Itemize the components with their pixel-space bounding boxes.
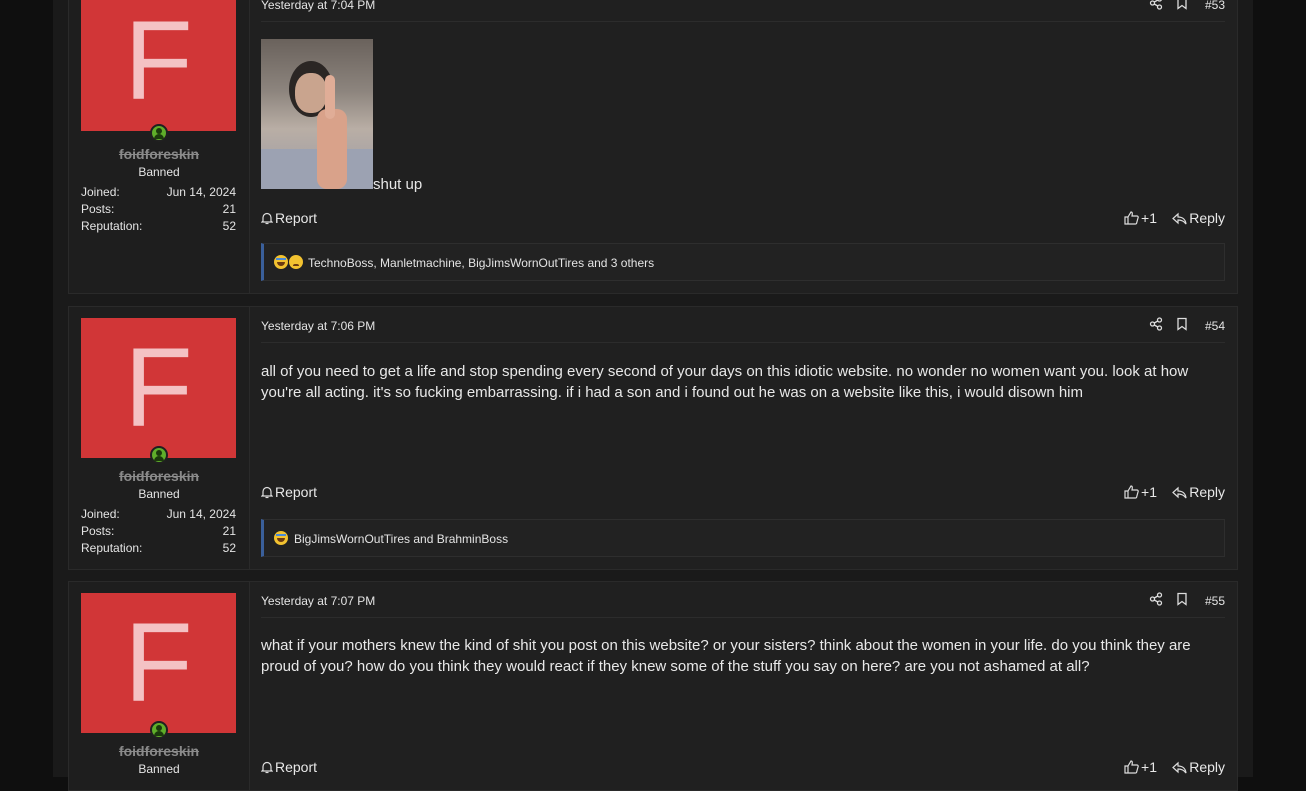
online-status-icon: [150, 124, 168, 142]
online-status-icon: [150, 721, 168, 739]
post-number[interactable]: #55: [1205, 594, 1225, 608]
bookmark-icon[interactable]: [1175, 592, 1189, 606]
post-header: Yesterday at 7:04 PM #53: [261, 0, 1225, 22]
user-cell: F foidforeskin Banned: [69, 582, 250, 790]
reply-button[interactable]: Reply: [1172, 759, 1225, 777]
stat-value: Jun 14, 2024: [166, 507, 236, 521]
reactions-bar[interactable]: BigJimsWornOutTires and BrahminBoss: [261, 519, 1225, 557]
thumbs-up-icon: [1124, 485, 1139, 502]
avatar[interactable]: F: [81, 593, 236, 733]
reply-label: Reply: [1189, 210, 1225, 226]
bell-icon: [260, 212, 274, 228]
post-date[interactable]: Yesterday at 7:04 PM: [261, 0, 375, 12]
user-cell: F foidforeskin Banned Joined: Jun 14, 20…: [69, 0, 250, 293]
post-header: Yesterday at 7:06 PM #54: [261, 312, 1225, 343]
report-button[interactable]: Report: [260, 484, 318, 502]
reactions-bar[interactable]: TechnoBoss, Manletmachine, BigJimsWornOu…: [261, 243, 1225, 281]
post-text: what if your mothers knew the kind of sh…: [261, 637, 1191, 675]
report-button[interactable]: Report: [260, 759, 318, 777]
reply-label: Reply: [1189, 484, 1225, 500]
user-title: Banned: [138, 165, 180, 179]
user-title: Banned: [138, 487, 180, 501]
sad-emoji-icon: [289, 255, 303, 269]
post-text: shut up: [373, 176, 423, 193]
stat-value: Jun 14, 2024: [166, 185, 236, 199]
stat-label: Joined:: [81, 185, 120, 199]
post-main: Yesterday at 7:06 PM #54 all of you need…: [260, 307, 1225, 569]
share-icon[interactable]: [1149, 317, 1163, 331]
laughing-emoji-icon: [274, 531, 288, 545]
post-main: Yesterday at 7:04 PM #53 shut up Report …: [260, 0, 1225, 293]
like-label: +1: [1141, 210, 1157, 226]
post-date[interactable]: Yesterday at 7:07 PM: [261, 594, 375, 608]
post-53: F foidforeskin Banned Joined: Jun 14, 20…: [68, 0, 1238, 294]
report-label: Report: [275, 484, 318, 500]
post-55: F foidforeskin Banned Yesterday at 7:07 …: [68, 581, 1238, 791]
reply-icon: [1172, 212, 1187, 228]
stat-label: Reputation:: [81, 541, 143, 555]
username[interactable]: foidforeskin: [69, 468, 249, 484]
stat-label: Posts:: [81, 524, 115, 538]
user-cell: F foidforeskin Banned Joined: Jun 14, 20…: [69, 307, 250, 569]
post-number[interactable]: #54: [1205, 319, 1225, 333]
user-title: Banned: [138, 762, 180, 776]
online-status-icon: [150, 446, 168, 464]
like-button[interactable]: +1: [1124, 484, 1157, 502]
post-header: Yesterday at 7:07 PM #55: [261, 587, 1225, 618]
bell-icon: [260, 761, 274, 777]
reply-button[interactable]: Reply: [1172, 210, 1225, 228]
reactions-list[interactable]: TechnoBoss, Manletmachine, BigJimsWornOu…: [308, 256, 654, 270]
stat-value: 52: [222, 219, 236, 233]
post-text: all of you need to get a life and stop s…: [261, 363, 1189, 401]
laughing-emoji-icon: [274, 255, 288, 269]
thumbs-up-icon: [1124, 760, 1139, 777]
thumbs-up-icon: [1124, 211, 1139, 228]
like-label: +1: [1141, 484, 1157, 500]
report-label: Report: [275, 759, 318, 775]
report-button[interactable]: Report: [260, 210, 318, 228]
reply-label: Reply: [1189, 759, 1225, 775]
like-button[interactable]: +1: [1124, 759, 1157, 777]
avatar[interactable]: F: [81, 0, 236, 131]
reply-icon: [1172, 761, 1187, 777]
post-54: F foidforeskin Banned Joined: Jun 14, 20…: [68, 306, 1238, 570]
stat-label: Posts:: [81, 202, 115, 216]
post-date[interactable]: Yesterday at 7:06 PM: [261, 319, 375, 333]
bell-icon: [260, 486, 274, 502]
post-footer: Report +1 Reply: [260, 759, 1225, 779]
post-number[interactable]: #53: [1205, 0, 1225, 12]
avatar[interactable]: F: [81, 318, 236, 458]
username[interactable]: foidforeskin: [69, 743, 249, 759]
reply-button[interactable]: Reply: [1172, 484, 1225, 502]
stat-value: 21: [222, 202, 236, 216]
reactions-list[interactable]: BigJimsWornOutTires and BrahminBoss: [294, 532, 508, 546]
like-label: +1: [1141, 759, 1157, 775]
username[interactable]: foidforeskin: [69, 146, 249, 162]
report-label: Report: [275, 210, 318, 226]
stat-value: 52: [222, 541, 236, 555]
stat-label: Joined:: [81, 507, 120, 521]
share-icon[interactable]: [1149, 592, 1163, 606]
post-footer: Report +1 Reply: [260, 210, 1225, 230]
reply-icon: [1172, 486, 1187, 502]
post-main: Yesterday at 7:07 PM #55 what if your mo…: [260, 582, 1225, 790]
post-footer: Report +1 Reply: [260, 484, 1225, 504]
share-icon[interactable]: [1149, 0, 1163, 10]
bookmark-icon[interactable]: [1175, 0, 1189, 10]
like-button[interactable]: +1: [1124, 210, 1157, 228]
stat-value: 21: [222, 524, 236, 538]
stat-label: Reputation:: [81, 219, 143, 233]
bookmark-icon[interactable]: [1175, 317, 1189, 331]
post-image[interactable]: [261, 39, 373, 189]
